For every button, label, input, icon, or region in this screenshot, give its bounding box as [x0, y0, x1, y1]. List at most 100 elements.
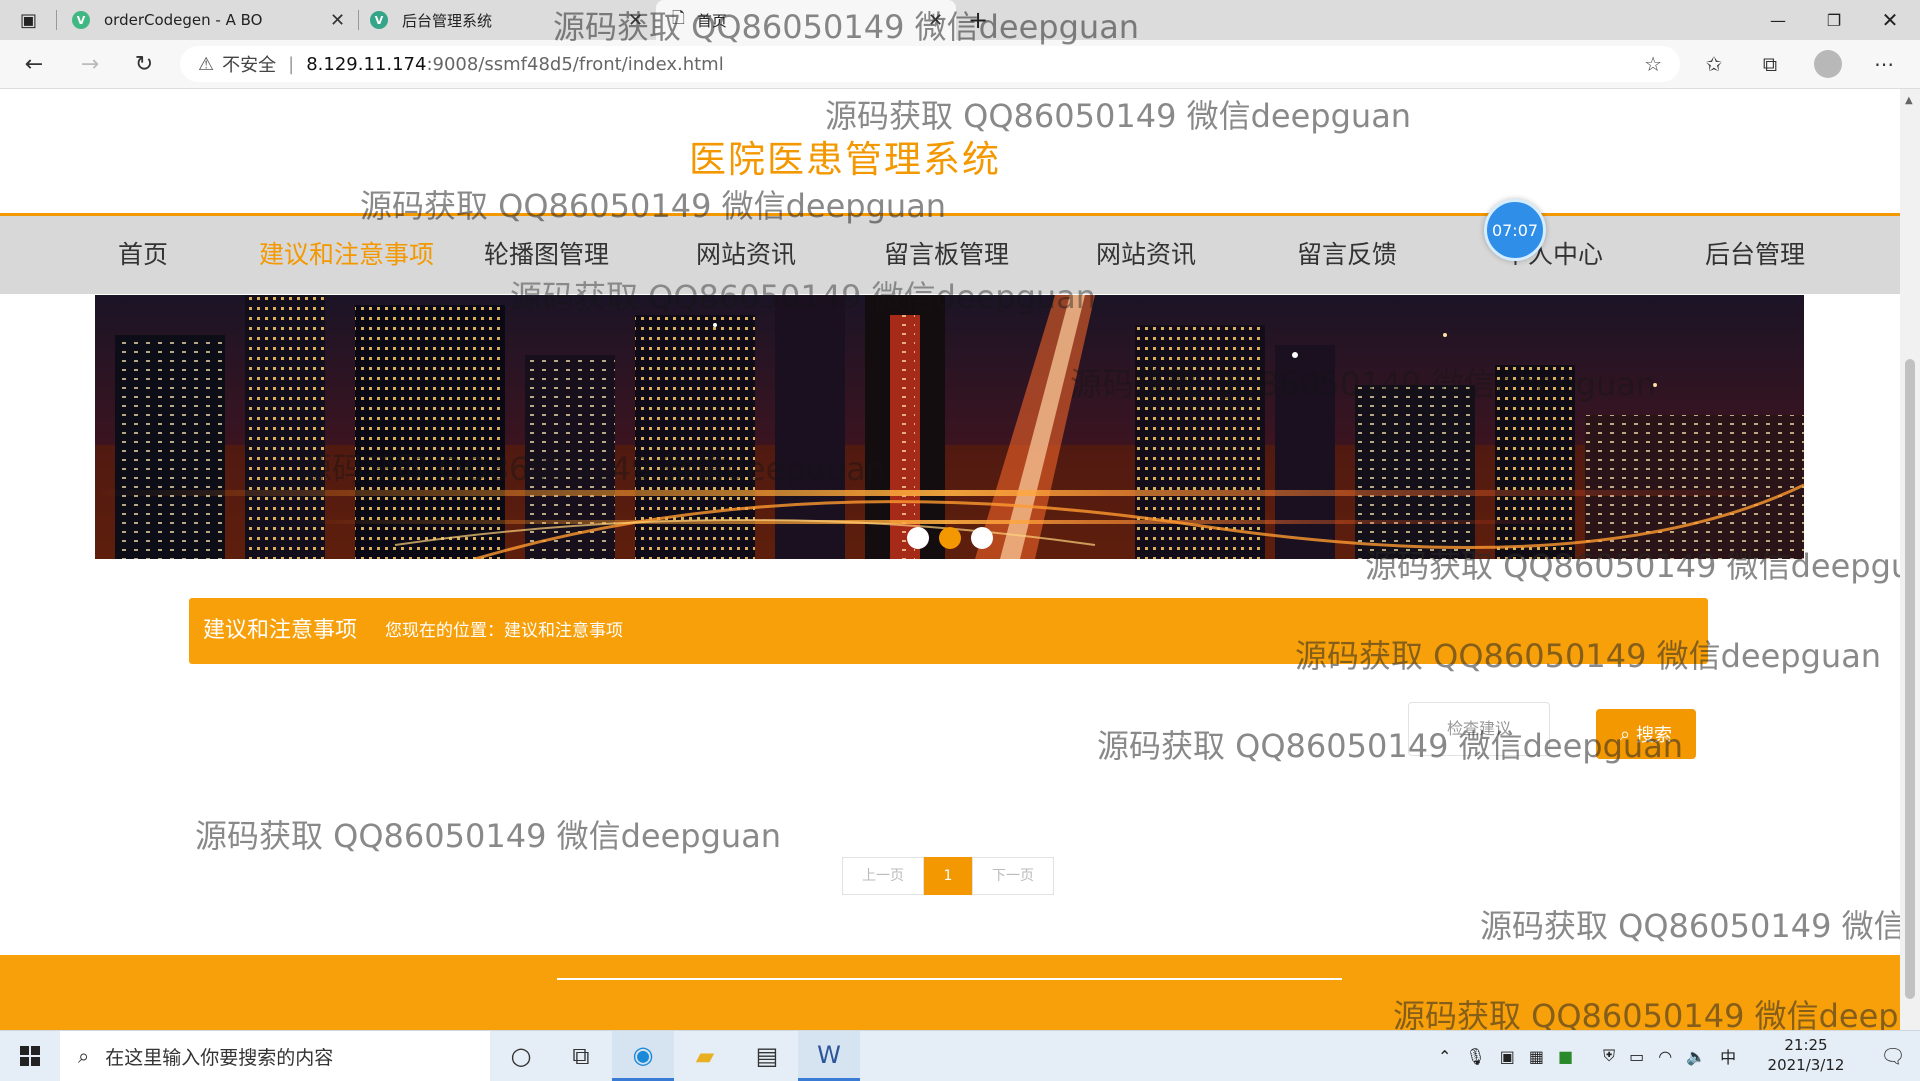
pagination: 上一页 1 下一页 [842, 857, 1054, 895]
search-button[interactable]: ⌕ 搜索 [1596, 709, 1696, 759]
system-tray: ⌃ 🎙 ▣ ▦ ■ ⛨ ▭ ◠ 🔈 中 [1438, 1031, 1736, 1081]
reload-button[interactable]: ↻ [128, 48, 160, 80]
more-button[interactable]: ⋯ [1868, 48, 1900, 80]
taskbar-clock[interactable]: 21:25 2021/3/12 [1760, 1035, 1852, 1075]
close-icon[interactable]: ✕ [928, 10, 943, 31]
close-icon[interactable]: ✕ [330, 10, 345, 31]
page-button-current[interactable]: 1 [924, 857, 972, 895]
taskbar-search-input[interactable]: ⌕ 在这里输入你要搜索的内容 [60, 1031, 490, 1081]
collections-button[interactable]: ⧉ [1754, 48, 1786, 80]
add-favorite-icon[interactable]: ☆ [1644, 52, 1662, 76]
restore-button[interactable]: ❐ [1806, 0, 1862, 40]
battery-icon[interactable]: ▭ [1629, 1047, 1644, 1066]
nav-item-news-2[interactable]: 网站资讯 [1096, 216, 1196, 294]
nav-item-advice[interactable]: 建议和注意事项 [259, 216, 434, 294]
search-icon: ⌕ [1619, 723, 1631, 745]
notification-center-button[interactable]: 🗨 [1866, 1031, 1920, 1081]
tab-actions-icon: ▣ [20, 9, 38, 31]
prev-page-button[interactable]: 上一页 [842, 857, 924, 895]
taskbar: ⌕ 在这里输入你要搜索的内容 ○ ⧉ ◉ ▰ ▤ W ⌃ 🎙 ▣ ▦ ■ ⛨ ▭… [0, 1030, 1920, 1081]
watermark-text: 源码获取 QQ86050149 微信deepguan [1480, 907, 1900, 945]
tab-separator [358, 10, 359, 30]
security-label[interactable]: 不安全 [222, 51, 276, 77]
favorites-button[interactable]: ✩ [1698, 48, 1730, 80]
scrollbar-thumb[interactable] [1905, 359, 1915, 999]
arrow-right-icon: → [80, 51, 100, 77]
nav-item-home[interactable]: 首页 [118, 216, 168, 294]
volume-icon[interactable]: 🔈 [1686, 1047, 1706, 1066]
vue-icon: V [72, 11, 90, 29]
nav-item-carousel[interactable]: 轮播图管理 [484, 216, 609, 294]
store-button[interactable]: ▤ [736, 1031, 798, 1081]
shield-icon[interactable]: ⛨ [1603, 1046, 1615, 1066]
task-view-icon: ⧉ [572, 1042, 590, 1070]
task-view-button[interactable]: ⧉ [550, 1031, 612, 1081]
tab-admin[interactable]: V 后台管理系统 ✕ [370, 0, 650, 40]
edge-icon: ◉ [632, 1040, 654, 1069]
close-icon[interactable]: ✕ [628, 10, 643, 31]
page-icon: 🗋 [672, 7, 685, 27]
breadcrumb-location: 您现在的位置：建议和注意事项 [385, 621, 623, 641]
clock-badge[interactable]: 07:07 [1484, 199, 1546, 261]
footer [0, 955, 1900, 1030]
url-path: :9008/ssmf48d5/front/index.html [426, 53, 724, 75]
start-button[interactable] [0, 1031, 60, 1081]
tab-home[interactable]: 🗋 首页 ✕ [656, 0, 956, 40]
minimize-button[interactable]: — [1750, 0, 1806, 40]
watermark-text: 源码获取 QQ86050149 微信deepguan [195, 817, 782, 855]
browser-toolbar: ← → ↻ ⚠ 不安全 | 8.129.11.174 :9008/ssmf48d… [0, 40, 1920, 89]
main-nav: 首页 建议和注意事项 轮播图管理 网站资讯 留言板管理 网站资讯 留言反馈 个人… [0, 216, 1900, 294]
page-viewport: 医院医患管理系统 首页 建议和注意事项 轮播图管理 网站资讯 留言板管理 网站资… [0, 89, 1900, 1030]
browser-tab-strip: ▣ V orderCodegen - A BO ✕ V 后台管理系统 ✕ 🗋 首… [0, 0, 1920, 40]
tab-title: orderCodegen - A BO [104, 11, 263, 29]
store-icon: ▤ [755, 1042, 779, 1070]
section-title: 建议和注意事项 [203, 618, 358, 643]
profile-avatar[interactable] [1814, 50, 1842, 78]
taskbar-time: 21:25 [1784, 1036, 1828, 1054]
new-tab-button[interactable]: + [968, 0, 998, 40]
more-icon: ⋯ [1874, 52, 1894, 76]
collections-icon: ⧉ [1762, 52, 1778, 76]
tab-title: 后台管理系统 [402, 11, 493, 30]
close-window-button[interactable]: ✕ [1862, 0, 1918, 40]
nav-item-admin[interactable]: 后台管理 [1705, 216, 1805, 294]
tray-app-icon[interactable]: ▣ [1500, 1047, 1515, 1066]
scroll-up-icon[interactable]: ▲ [1905, 95, 1913, 106]
back-button[interactable]: ← [18, 48, 50, 80]
city-night-image [95, 295, 1804, 559]
warning-icon: ⚠ [198, 53, 215, 75]
wifi-icon[interactable]: ◠ [1658, 1047, 1672, 1066]
search-input[interactable]: 检查建议 [1408, 702, 1550, 756]
arrow-left-icon: ← [24, 51, 44, 77]
breadcrumb: 建议和注意事项 您现在的位置：建议和注意事项 [189, 598, 1708, 664]
next-page-button[interactable]: 下一页 [972, 857, 1054, 895]
word-app-button[interactable]: W [798, 1031, 860, 1081]
search-icon: ⌕ [78, 1044, 90, 1068]
forward-button[interactable]: → [74, 48, 106, 80]
microphone-icon[interactable]: 🎙 [1465, 1047, 1485, 1066]
tab-actions-button[interactable]: ▣ [20, 0, 50, 40]
search-button-label: 搜索 [1636, 725, 1673, 746]
plus-icon: + [968, 6, 989, 34]
carousel-dot[interactable] [970, 527, 993, 549]
edge-app-button[interactable]: ◉ [612, 1031, 674, 1081]
windows-logo-icon [20, 1046, 40, 1066]
banner-carousel[interactable] [95, 295, 1804, 559]
tray-app-icon[interactable]: ▦ [1529, 1047, 1544, 1066]
tab-ordercodegen[interactable]: V orderCodegen - A BO ✕ [72, 0, 352, 40]
nvidia-icon[interactable]: ■ [1558, 1047, 1573, 1066]
folder-icon: ▰ [695, 1042, 715, 1070]
ime-indicator[interactable]: 中 [1720, 1044, 1736, 1068]
carousel-dot-active[interactable] [938, 527, 961, 549]
nav-item-news[interactable]: 网站资讯 [696, 216, 796, 294]
address-bar[interactable]: ⚠ 不安全 | 8.129.11.174 :9008/ssmf48d5/fron… [180, 46, 1680, 82]
carousel-dot[interactable] [906, 527, 929, 549]
file-explorer-button[interactable]: ▰ [674, 1031, 736, 1081]
nav-item-messageboard[interactable]: 留言板管理 [884, 216, 1009, 294]
page-scrollbar[interactable]: ▲ [1900, 89, 1920, 1030]
chevron-up-icon[interactable]: ⌃ [1438, 1047, 1451, 1066]
tab-title: 首页 [696, 11, 727, 30]
word-icon: W [817, 1040, 841, 1069]
cortana-button[interactable]: ○ [490, 1031, 552, 1081]
nav-item-feedback[interactable]: 留言反馈 [1297, 216, 1397, 294]
